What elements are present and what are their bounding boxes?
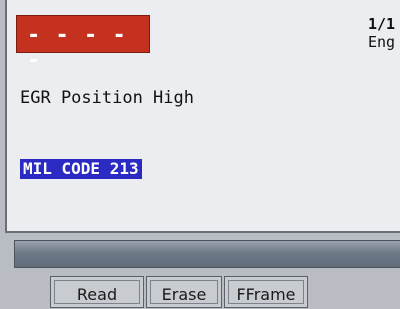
- dtc-description: EGR Position High: [20, 88, 194, 108]
- dtc-display-panel: - - - - - 1/1 Eng EGR Position High MIL …: [5, 0, 400, 233]
- read-button-label: Read: [54, 280, 140, 304]
- scan-tool-screen: - - - - - 1/1 Eng EGR Position High MIL …: [0, 0, 400, 308]
- dtc-code-box: - - - - -: [16, 15, 150, 73]
- system-label: Eng: [368, 33, 396, 51]
- erase-button-label: Erase: [150, 280, 218, 304]
- erase-button[interactable]: Erase: [146, 276, 222, 308]
- softkey-bar: Read Erase FFrame: [14, 272, 400, 308]
- dtc-code-placeholder: - - - - -: [27, 23, 127, 73]
- fframe-button[interactable]: FFrame: [224, 276, 308, 308]
- read-button[interactable]: Read: [50, 276, 144, 308]
- softkey-blank: [14, 276, 50, 308]
- mil-code-highlight[interactable]: MIL CODE 213: [20, 159, 142, 179]
- fframe-button-label: FFrame: [228, 280, 304, 304]
- page-indicator: 1/1: [368, 15, 396, 33]
- status-bar: [14, 240, 400, 268]
